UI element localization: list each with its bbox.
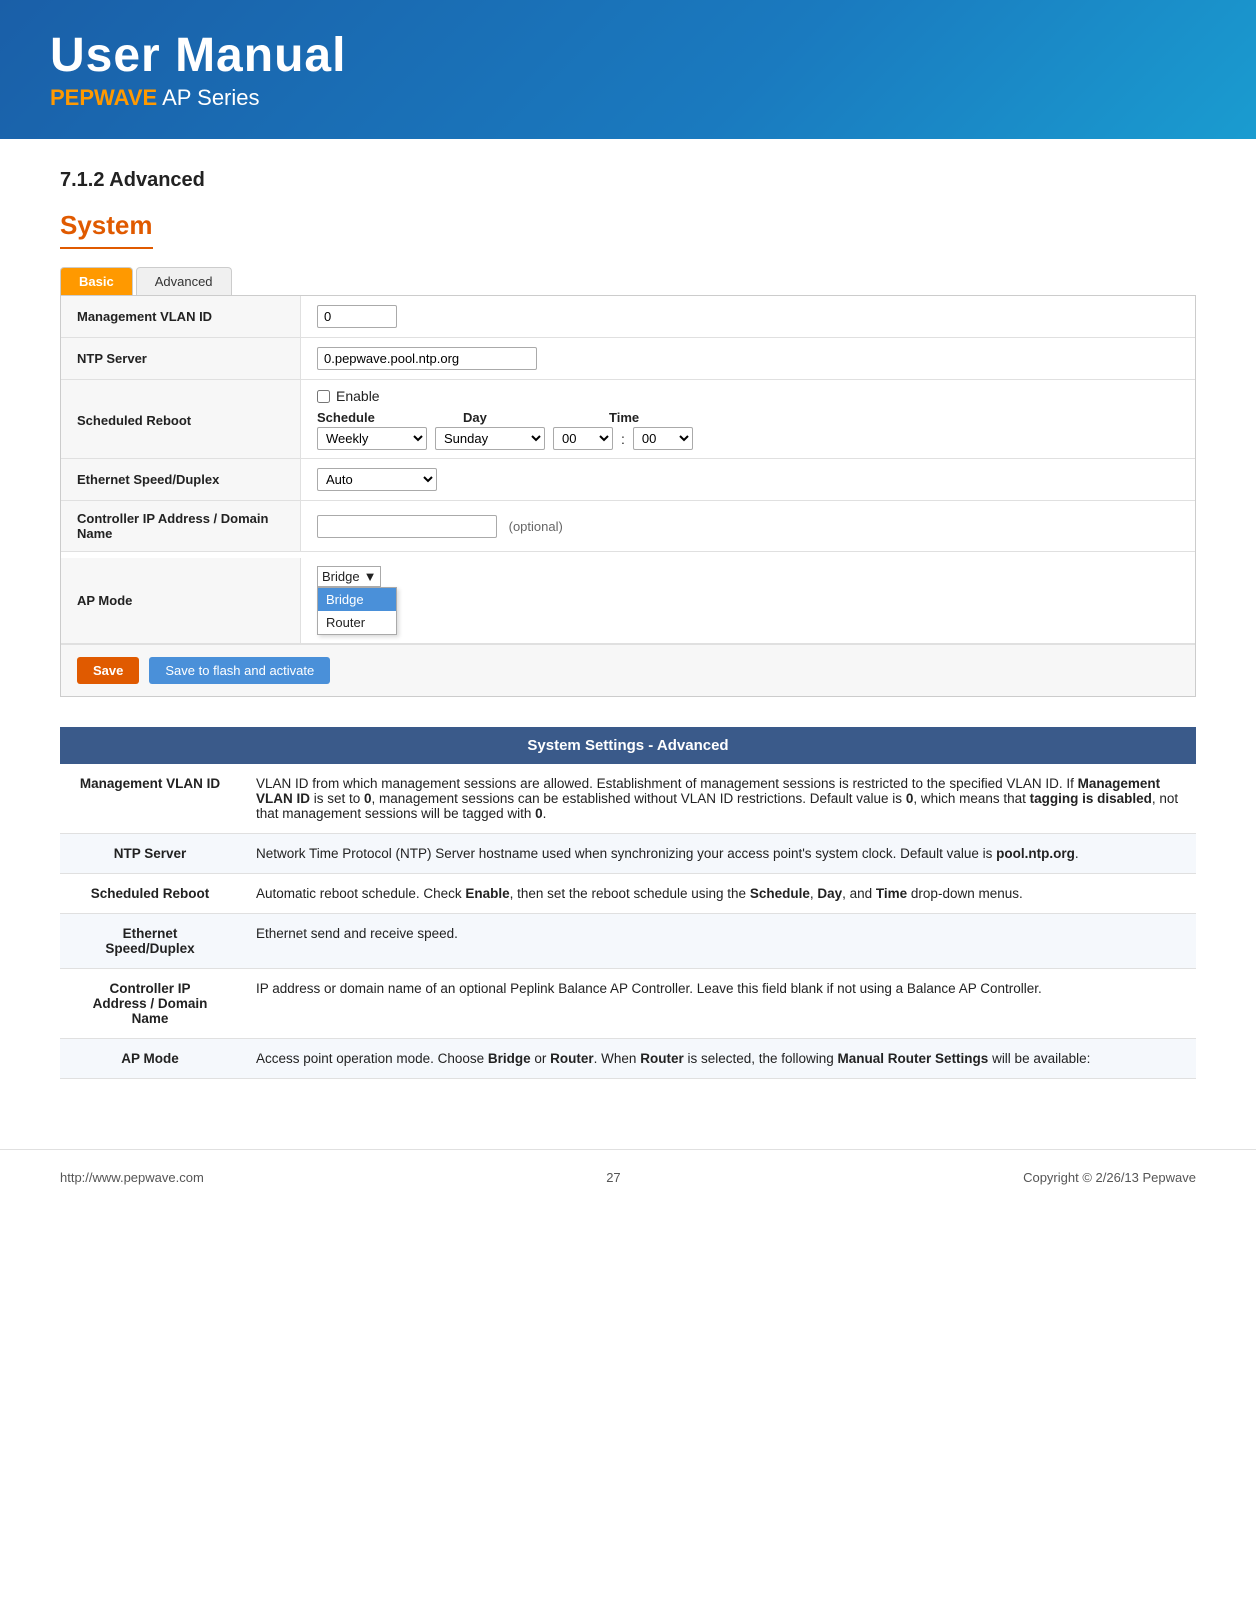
field-desc-reboot: Automatic reboot schedule. Check Enable,…: [240, 874, 1196, 914]
controller-ip-row: Controller IP Address / Domain Name (opt…: [61, 501, 1195, 552]
ntp-server-value: [301, 339, 1195, 378]
system-heading: System: [60, 210, 153, 249]
day-col-header: Day: [463, 410, 593, 425]
controller-ip-input[interactable]: [317, 515, 497, 538]
enable-label: Enable: [336, 388, 380, 404]
tab-advanced[interactable]: Advanced: [136, 267, 232, 295]
table-row: AP Mode Access point operation mode. Cho…: [60, 1039, 1196, 1079]
day-dropdown[interactable]: Sunday Monday Tuesday Wednesday Thursday…: [435, 427, 545, 450]
page-header: User Manual PEPWAVE AP Series: [0, 0, 1256, 139]
vlan-id-value: [301, 297, 1195, 336]
table-row: Controller IPAddress / DomainName IP add…: [60, 969, 1196, 1039]
field-name-vlan: Management VLAN ID: [60, 764, 240, 834]
scheduled-reboot-checkbox[interactable]: [317, 390, 330, 403]
minute-dropdown[interactable]: 00: [633, 427, 693, 450]
footer-copyright: Copyright © 2/26/13 Pepwave: [1023, 1170, 1196, 1185]
subtitle-rest: AP Series: [157, 85, 259, 110]
page-footer: http://www.pepwave.com 27 Copyright © 2/…: [0, 1149, 1256, 1205]
table-row: Management VLAN ID VLAN ID from which ma…: [60, 764, 1196, 834]
desc-table-header: System Settings - Advanced: [60, 727, 1196, 764]
vlan-id-input[interactable]: [317, 305, 397, 328]
field-name-apmode: AP Mode: [60, 1039, 240, 1079]
field-name-ntp: NTP Server: [60, 834, 240, 874]
ap-mode-dropdown-arrow[interactable]: ▼: [364, 569, 377, 584]
field-name-ethernet: EthernetSpeed/Duplex: [60, 914, 240, 969]
table-row: EthernetSpeed/Duplex Ethernet send and r…: [60, 914, 1196, 969]
ethernet-speed-label: Ethernet Speed/Duplex: [61, 459, 301, 500]
ap-mode-selected: Bridge: [322, 569, 360, 584]
description-table: System Settings - Advanced Management VL…: [60, 727, 1196, 1079]
ntp-server-label: NTP Server: [61, 338, 301, 379]
brand-name: PEPWAVE: [50, 85, 157, 110]
controller-ip-value: (optional): [301, 507, 1195, 546]
hour-dropdown[interactable]: 00: [553, 427, 613, 450]
manual-subtitle: PEPWAVE AP Series: [50, 85, 1206, 111]
ap-mode-option-bridge[interactable]: Bridge: [318, 588, 396, 611]
main-content: 7.1.2 Advanced System Basic Advanced Man…: [0, 139, 1256, 1109]
time-separator: :: [621, 431, 625, 447]
ethernet-speed-value: Auto 10 Half 10 Full 100 Half 100 Full: [301, 460, 1195, 499]
field-desc-vlan: VLAN ID from which management sessions a…: [240, 764, 1196, 834]
ethernet-speed-row: Ethernet Speed/Duplex Auto 10 Half 10 Fu…: [61, 459, 1195, 501]
table-row: Scheduled Reboot Automatic reboot schedu…: [60, 874, 1196, 914]
field-desc-controller: IP address or domain name of an optional…: [240, 969, 1196, 1039]
field-name-controller: Controller IPAddress / DomainName: [60, 969, 240, 1039]
form-button-row: Save Save to flash and activate: [61, 644, 1195, 696]
footer-url: http://www.pepwave.com: [60, 1170, 204, 1185]
time-col-header: Time: [609, 410, 639, 425]
controller-ip-label: Controller IP Address / Domain Name: [61, 501, 301, 551]
manual-title: User Manual: [50, 28, 1206, 83]
vlan-id-label: Management VLAN ID: [61, 296, 301, 337]
tab-bar: Basic Advanced: [60, 267, 1196, 295]
ap-mode-option-router[interactable]: Router: [318, 611, 396, 634]
ntp-server-input[interactable]: [317, 347, 537, 370]
ap-mode-value: Bridge ▼ Bridge Router: [301, 558, 1195, 643]
settings-form: Management VLAN ID NTP Server Scheduled …: [60, 295, 1196, 697]
save-flash-button[interactable]: Save to flash and activate: [149, 657, 330, 684]
vlan-id-row: Management VLAN ID: [61, 296, 1195, 338]
ap-mode-row: AP Mode Bridge ▼ Bridge Router: [61, 552, 1195, 644]
scheduled-reboot-value: Enable Schedule Day Time Weekly Daily Su…: [301, 380, 1195, 458]
field-name-reboot: Scheduled Reboot: [60, 874, 240, 914]
ap-mode-label: AP Mode: [61, 558, 301, 643]
optional-text: (optional): [509, 519, 563, 534]
table-row: NTP Server Network Time Protocol (NTP) S…: [60, 834, 1196, 874]
schedule-col-header: Schedule: [317, 410, 447, 425]
section-heading: 7.1.2 Advanced: [60, 169, 1196, 192]
save-button[interactable]: Save: [77, 657, 139, 684]
schedule-dropdown[interactable]: Weekly Daily: [317, 427, 427, 450]
field-desc-apmode: Access point operation mode. Choose Brid…: [240, 1039, 1196, 1079]
field-desc-ethernet: Ethernet send and receive speed.: [240, 914, 1196, 969]
ethernet-speed-select[interactable]: Auto 10 Half 10 Full 100 Half 100 Full: [317, 468, 437, 491]
scheduled-reboot-label: Scheduled Reboot: [61, 380, 301, 458]
ntp-server-row: NTP Server: [61, 338, 1195, 380]
scheduled-reboot-row: Scheduled Reboot Enable Schedule Day Tim…: [61, 380, 1195, 459]
tab-basic[interactable]: Basic: [60, 267, 133, 295]
page-number: 27: [606, 1170, 620, 1185]
field-desc-ntp: Network Time Protocol (NTP) Server hostn…: [240, 834, 1196, 874]
